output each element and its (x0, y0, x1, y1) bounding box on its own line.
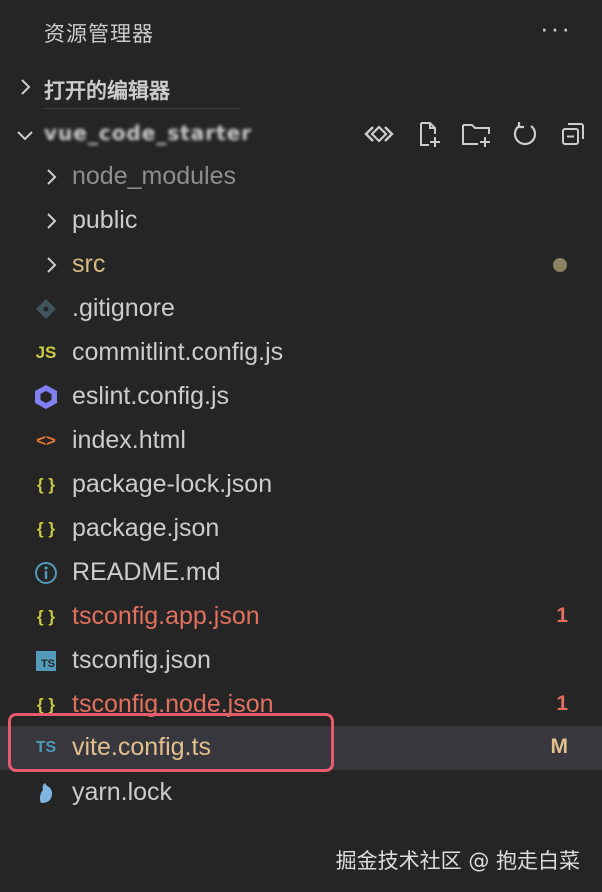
tree-folder-public[interactable]: public (0, 199, 602, 243)
new-folder-icon[interactable] (460, 118, 494, 150)
open-editors-label: 打开的编辑器 (44, 79, 170, 103)
open-editors-section[interactable]: 打开的编辑器 (0, 66, 602, 110)
html-icon: <> (36, 431, 56, 450)
file-label: .gitignore (72, 294, 175, 322)
new-file-icon[interactable] (412, 118, 446, 150)
problem-count-badge: 1 (556, 692, 568, 715)
json-icon: { } (37, 475, 55, 494)
tree-file-index-html[interactable]: <> index.html (0, 419, 602, 463)
chevron-right-icon (47, 169, 57, 185)
file-label: package.json (72, 514, 220, 542)
project-title: vue_code_starter (44, 121, 253, 145)
more-dots-icon[interactable]: ··· (540, 15, 572, 41)
file-label: tsconfig.json (72, 646, 211, 674)
tree-file-gitignore[interactable]: .gitignore (0, 287, 602, 331)
chevron-right-icon (47, 213, 57, 229)
tree-file-tsconfig[interactable]: TS tsconfig.json (0, 639, 602, 683)
file-label: yarn.lock (72, 778, 173, 806)
tree-folder-src[interactable]: src (0, 243, 602, 287)
chevron-right-icon (21, 79, 31, 95)
tree-file-package-json[interactable]: { } package.json (0, 507, 602, 551)
info-icon (32, 560, 60, 586)
explorer-header: 资源管理器 ··· (0, 0, 602, 62)
source-control-icon[interactable] (362, 118, 396, 150)
tree-file-tsconfig-app[interactable]: { } tsconfig.app.json 1 (0, 595, 602, 639)
folder-label: src (72, 250, 106, 278)
file-label: eslint.config.js (72, 382, 230, 410)
eslint-icon (32, 384, 60, 410)
collapse-all-icon[interactable] (556, 118, 590, 150)
refresh-icon[interactable] (508, 118, 542, 150)
folder-label: public (72, 206, 138, 234)
git-icon (32, 296, 60, 322)
tree-file-readme[interactable]: README.md (0, 551, 602, 595)
tree-folder-node-modules[interactable]: node_modules (0, 155, 602, 199)
tree-file-eslint[interactable]: eslint.config.js (0, 375, 602, 419)
file-label: commitlint.config.js (72, 338, 284, 366)
tree-file-package-lock[interactable]: { } package-lock.json (0, 463, 602, 507)
tree-file-yarn-lock[interactable]: yarn.lock (0, 771, 602, 815)
folder-label: node_modules (72, 162, 237, 190)
json-icon: { } (37, 607, 55, 626)
watermark: 掘金技术社区 @ 抱走白菜 (335, 849, 580, 873)
tsconfig-badge: TS (36, 651, 56, 671)
file-label: README.md (72, 558, 221, 586)
chevron-right-icon (47, 257, 57, 273)
chevron-down-icon (17, 131, 33, 141)
file-label: package-lock.json (72, 470, 273, 498)
modified-badge: M (550, 735, 569, 758)
modified-dot-icon (553, 258, 567, 272)
json-icon: { } (37, 519, 55, 538)
tree-file-commitlint[interactable]: JS commitlint.config.js (0, 331, 602, 375)
section-divider (44, 108, 240, 109)
problem-count-badge: 1 (556, 604, 568, 627)
highlight-box (8, 713, 334, 772)
tsconfig-icon: TS (32, 648, 60, 674)
js-icon: JS (35, 343, 57, 362)
file-label: index.html (72, 426, 186, 454)
yarn-icon (32, 780, 60, 806)
file-label: tsconfig.app.json (72, 602, 260, 630)
explorer-title: 资源管理器 (44, 22, 154, 46)
